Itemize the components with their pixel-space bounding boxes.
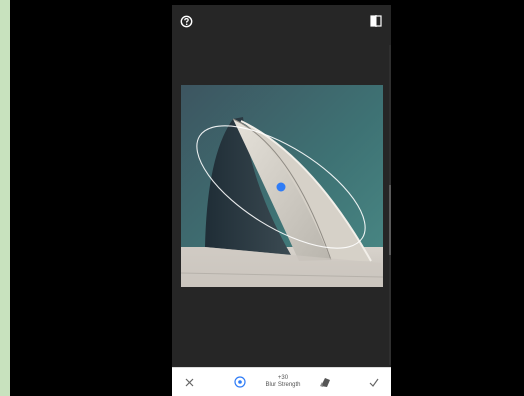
checkmark-icon [369, 378, 379, 387]
compare-icon[interactable] [368, 13, 384, 29]
bottom-toolbar: +30 Blur Strength [172, 367, 391, 396]
eraser-icon [320, 377, 330, 387]
focus-point[interactable] [276, 182, 286, 192]
photo-canvas[interactable] [181, 85, 383, 287]
apply-button[interactable] [366, 368, 382, 396]
video-frame: +30 Blur Strength [10, 0, 524, 396]
mask-button[interactable] [317, 368, 333, 396]
cancel-button[interactable] [180, 368, 198, 396]
blur-strength-value: +30 [277, 375, 289, 381]
phone-screen: +30 Blur Strength [172, 5, 391, 396]
blur-center-button[interactable] [230, 368, 250, 396]
help-icon[interactable] [178, 13, 194, 29]
blur-strength-control[interactable]: +30 Blur Strength [258, 368, 308, 396]
scrollbar[interactable] [389, 185, 391, 255]
close-icon [185, 378, 193, 386]
target-icon [234, 376, 246, 388]
blur-strength-label: Blur Strength [265, 382, 301, 388]
